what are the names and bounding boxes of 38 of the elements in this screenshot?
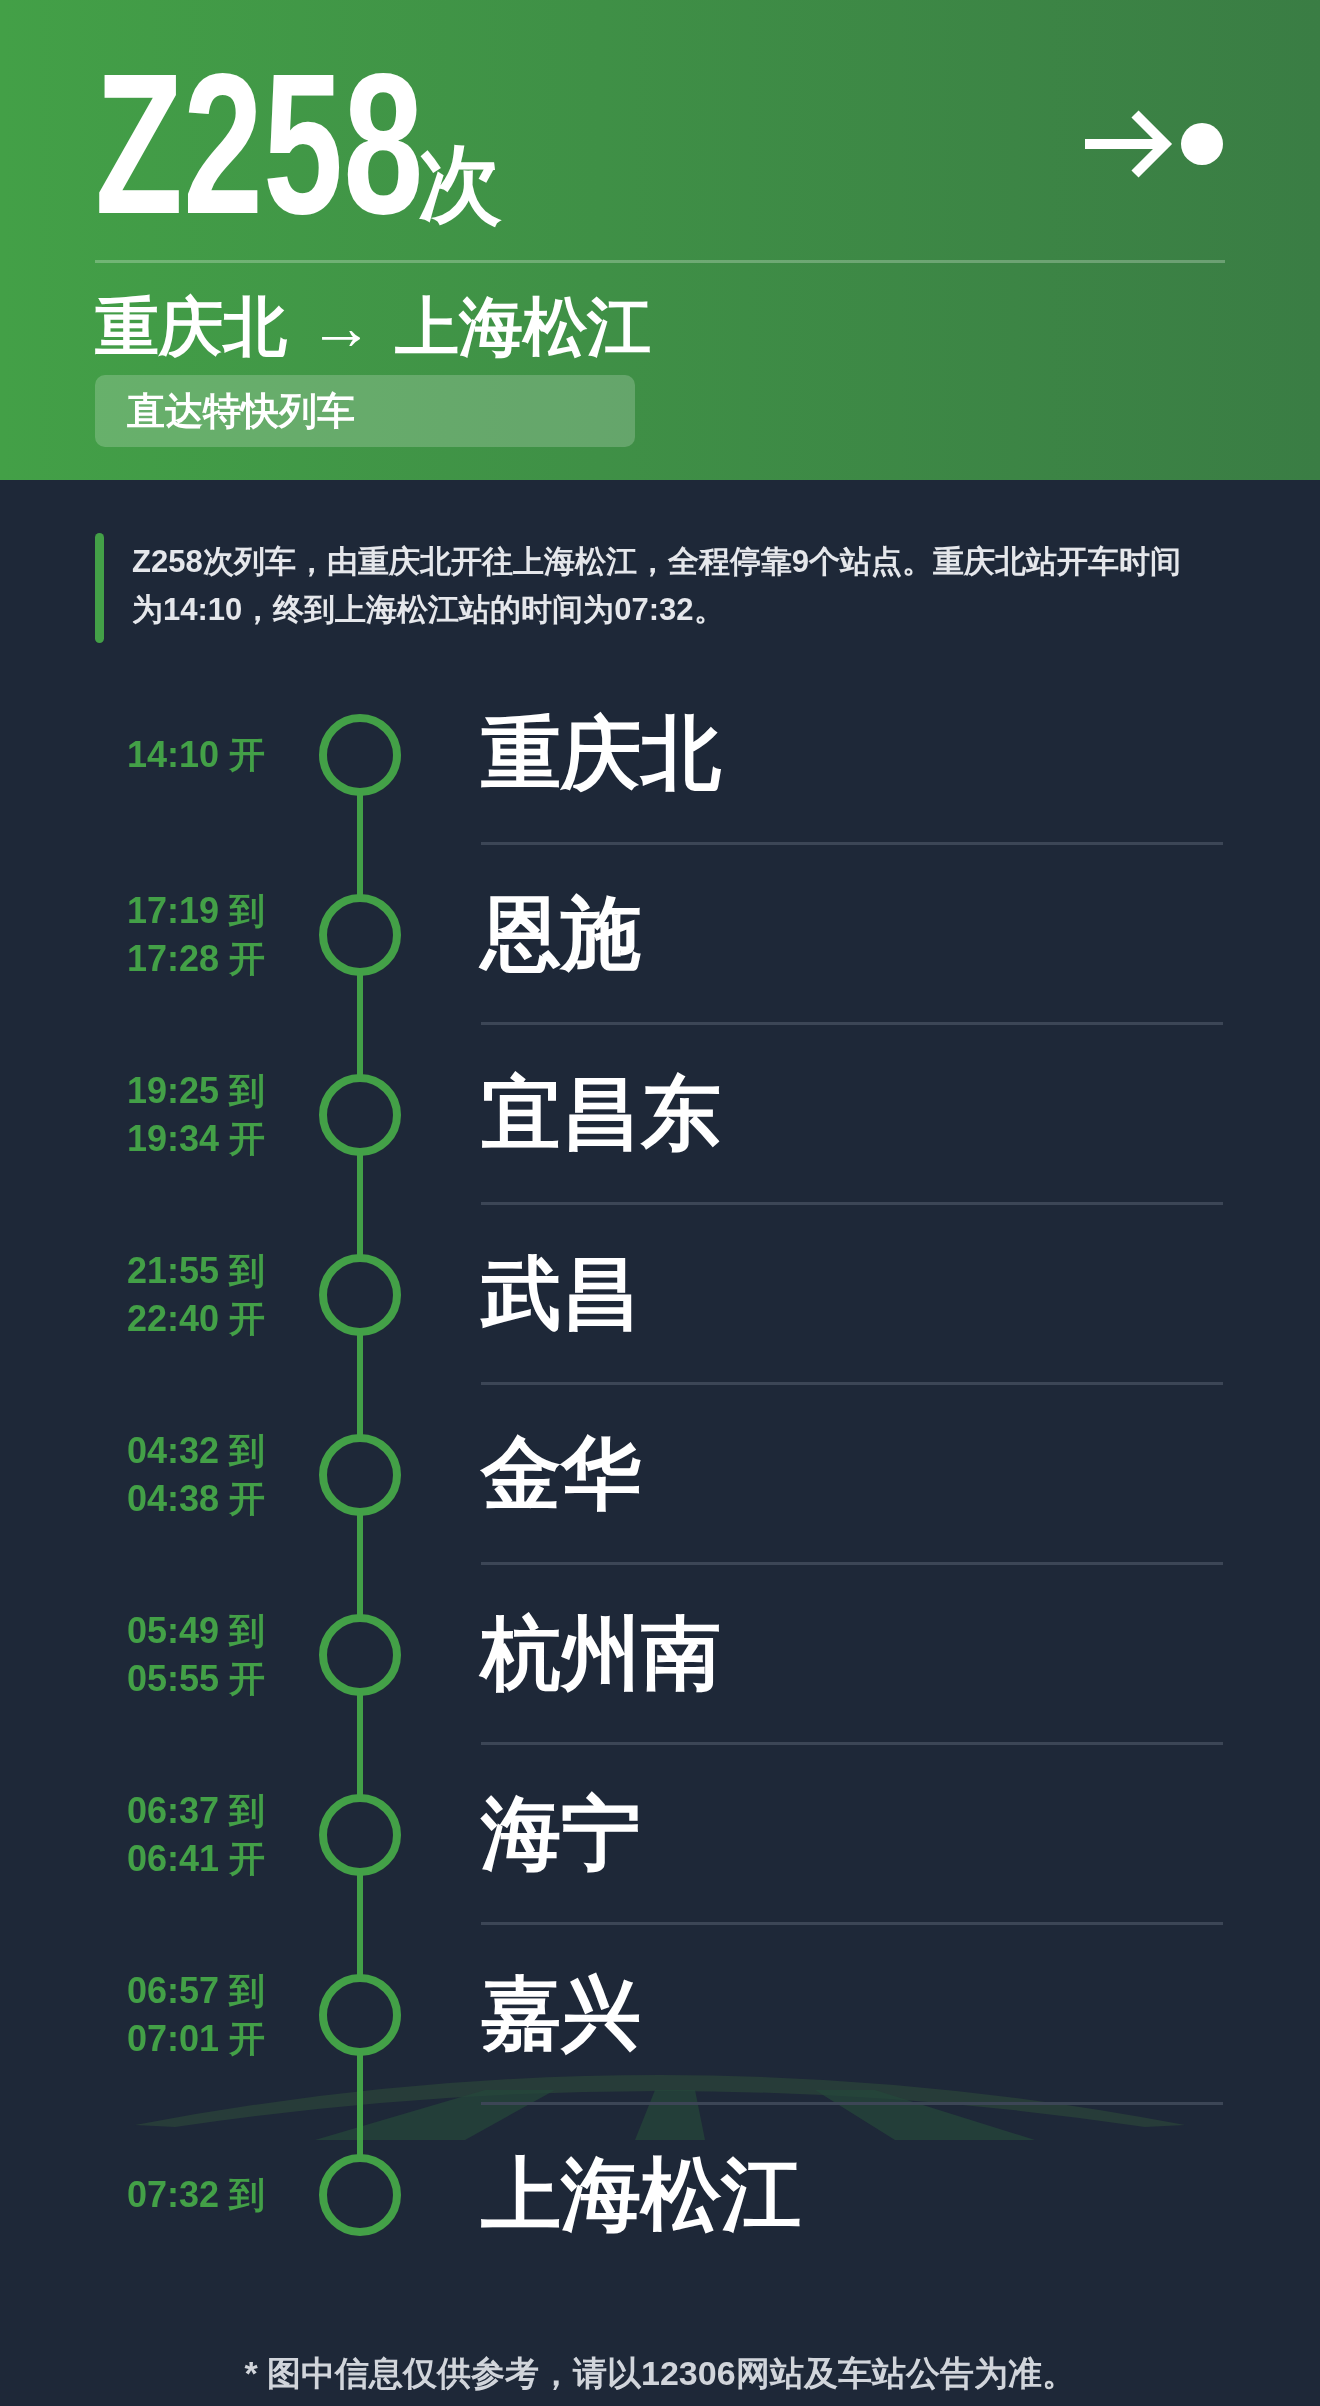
station-marker-icon (319, 1434, 401, 1516)
station-marker-icon (319, 894, 401, 976)
station-marker-icon (319, 1074, 401, 1156)
stop-time: 06:41 开 (126, 1837, 265, 1881)
station-marker-icon (319, 1794, 401, 1876)
arrow-to-dot-icon (1085, 108, 1225, 180)
stop-time: 06:57 到 (126, 1969, 265, 2013)
stop-time: 17:28 开 (126, 937, 265, 981)
stop-time: 19:25 到 (126, 1069, 265, 1113)
stop-time: 05:49 到 (126, 1609, 265, 1653)
station-marker-icon (319, 2154, 401, 2236)
stop-time: 04:32 到 (126, 1429, 265, 1473)
description-text: Z258次列车，由重庆北开往上海松江，全程停靠9个站点。重庆北站开车时间为14:10，终到上海松江站的时间为07:32。 (132, 543, 1182, 629)
station-name: 重庆北 (481, 707, 721, 800)
stop-time: 07:32 到 (126, 2173, 265, 2217)
stop-time: 14:10 开 (126, 733, 265, 777)
station-name: 武昌 (481, 1247, 641, 1340)
station-name: 金华 (481, 1427, 641, 1520)
stop-time: 22:40 开 (126, 1297, 265, 1341)
train-type-badge: 直达特快列车 (95, 375, 635, 447)
station-name: 海宁 (481, 1787, 641, 1880)
footnote: * 图中信息仅供参考，请以12306网站及车站公告为准。 (243, 2353, 1077, 2394)
station-marker-icon (319, 1614, 401, 1696)
station-marker-icon (319, 714, 401, 796)
stop-time: 06:37 到 (126, 1789, 265, 1833)
station-name: 嘉兴 (481, 1967, 641, 2060)
stop-time: 21:55 到 (126, 1249, 265, 1293)
stop-time: 05:55 开 (126, 1657, 265, 1701)
stop-time: 19:34 开 (126, 1117, 265, 1161)
station-name: 宜昌东 (481, 1067, 721, 1160)
route-title: 重庆北 → 上海松江 (95, 291, 652, 363)
station-marker-icon (319, 1974, 401, 2056)
station-name: 杭州南 (481, 1607, 721, 1700)
station-name: 上海松江 (481, 2149, 801, 2241)
stop-time: 04:38 开 (126, 1477, 265, 1521)
station-marker-icon (319, 1254, 401, 1336)
stop-time: 17:19 到 (126, 889, 265, 933)
stop-time: 07:01 开 (126, 2017, 265, 2061)
